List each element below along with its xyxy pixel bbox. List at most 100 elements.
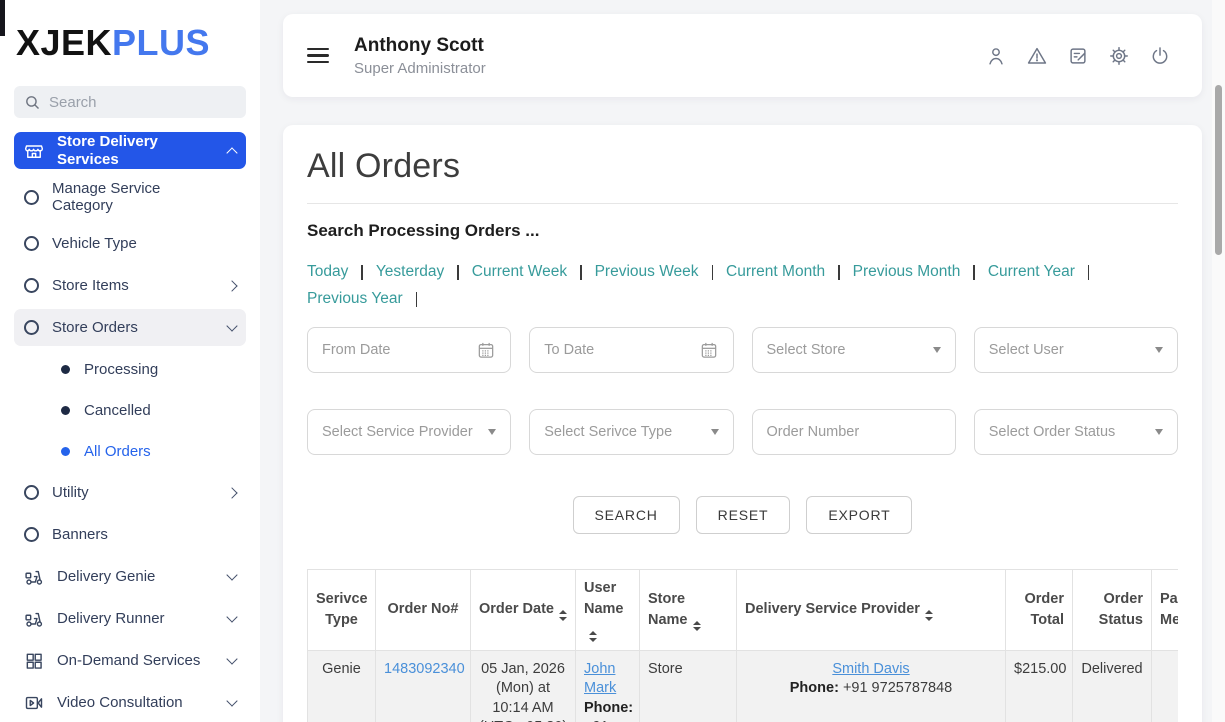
quick-link-previous-month[interactable]: Previous Month	[853, 263, 961, 281]
vertical-scrollbar-track[interactable]	[1212, 0, 1225, 722]
video-icon	[24, 693, 44, 713]
hamburger-menu-icon[interactable]	[307, 48, 329, 64]
separator	[712, 265, 714, 280]
circle-icon	[24, 485, 39, 500]
quick-link-current-year[interactable]: Current Year	[988, 263, 1075, 281]
reset-button[interactable]: RESET	[696, 496, 791, 534]
settings-gear-icon[interactable]	[1107, 44, 1131, 68]
sidebar-item-label: Banners	[52, 526, 236, 543]
scooter-icon	[24, 609, 44, 629]
sort-icon[interactable]	[925, 610, 933, 621]
sidebar-item-video-consultation[interactable]: Video Consultation	[14, 684, 246, 721]
sidebar-item-delivery-genie[interactable]: Delivery Genie	[14, 558, 246, 595]
sidebar-subitem-processing[interactable]: Processing	[14, 351, 246, 387]
col-order-date[interactable]: Order Date	[471, 570, 576, 651]
logout-power-icon[interactable]	[1148, 44, 1172, 68]
sidebar-item-banners[interactable]: Banners	[14, 516, 246, 553]
quick-date-links: Today Yesterday Current Week Previous We…	[307, 263, 1178, 308]
col-delivery-service-provider[interactable]: Delivery Service Provider	[737, 570, 1006, 651]
order-number-field[interactable]	[752, 409, 956, 455]
from-date-input[interactable]	[322, 342, 476, 358]
sidebar-item-vehicle-type[interactable]: Vehicle Type	[14, 225, 246, 262]
chevron-right-icon	[226, 487, 237, 498]
select-service-provider-dropdown[interactable]: Select Service Provider	[307, 409, 511, 455]
to-date-input[interactable]	[544, 342, 698, 358]
order-number-input[interactable]	[767, 424, 941, 440]
calendar-icon[interactable]	[476, 340, 496, 360]
user-name: Anthony Scott	[354, 35, 486, 57]
col-order-status[interactable]: Order Status	[1073, 570, 1152, 651]
from-date-field[interactable]	[307, 327, 511, 373]
chevron-down-icon	[226, 320, 237, 331]
user-name-link[interactable]: John Mark	[584, 661, 616, 697]
sidebar-subitem-all-orders[interactable]: All Orders	[14, 433, 246, 469]
main-area: Anthony Scott Super Administrator	[260, 0, 1225, 722]
sidebar-subitem-label: Cancelled	[84, 402, 151, 419]
cell-provider: Smith Davis Phone: +91 9725787848	[737, 650, 1006, 722]
phone-label: Phone:	[790, 680, 839, 696]
user-role: Super Administrator	[354, 60, 486, 77]
filter-row-2: Select Service Provider Select Serivce T…	[307, 409, 1178, 455]
quick-link-current-week[interactable]: Current Week	[472, 263, 567, 281]
quick-link-today[interactable]: Today	[307, 263, 348, 281]
sidebar-item-label: Delivery Runner	[57, 610, 215, 627]
export-button[interactable]: EXPORT	[806, 496, 912, 534]
select-service-provider-value: Select Service Provider	[322, 424, 488, 440]
cell-order-date: 05 Jan, 2026 (Mon) at 10:14 AM (UTC:+05:…	[471, 650, 576, 722]
vertical-scrollbar-thumb[interactable]	[1215, 85, 1222, 255]
sort-icon[interactable]	[693, 621, 701, 632]
alert-triangle-icon[interactable]	[1025, 44, 1049, 68]
col-order-total[interactable]: Order Total	[1006, 570, 1073, 651]
col-order-no[interactable]: Order No#	[376, 570, 471, 651]
col-service-type[interactable]: Serivce Type	[308, 570, 376, 651]
sidebar-item-store-orders[interactable]: Store Orders	[14, 309, 246, 346]
sidebar-search[interactable]	[14, 86, 246, 118]
quick-link-previous-week[interactable]: Previous Week	[595, 263, 699, 281]
quick-link-previous-year[interactable]: Previous Year	[307, 290, 403, 308]
dropdown-caret-icon	[1155, 429, 1163, 435]
search-button[interactable]: SEARCH	[573, 496, 680, 534]
select-order-status-value: Select Order Status	[989, 424, 1155, 440]
col-user-name[interactable]: User Name	[576, 570, 640, 651]
col-payment-method[interactable]: Payment Method	[1152, 570, 1179, 651]
col-store-name[interactable]: Store Name	[640, 570, 737, 651]
top-header-bar: Anthony Scott Super Administrator	[283, 14, 1202, 97]
sidebar-item-on-demand-services[interactable]: On-Demand Services	[14, 642, 246, 679]
select-order-status-dropdown[interactable]: Select Order Status	[974, 409, 1178, 455]
cell-order-no: 1483092340	[376, 650, 471, 722]
calendar-icon[interactable]	[699, 340, 719, 360]
provider-phone: +91 9725787848	[843, 680, 952, 696]
sort-icon[interactable]	[559, 610, 567, 621]
sidebar-item-store-items[interactable]: Store Items	[14, 267, 246, 304]
select-service-type-dropdown[interactable]: Select Serivce Type	[529, 409, 733, 455]
to-date-field[interactable]	[529, 327, 733, 373]
table-header-row: Serivce Type Order No# Order Date User N…	[308, 570, 1179, 651]
sidebar-item-label: Store Orders	[52, 319, 215, 336]
circle-icon	[24, 278, 39, 293]
cell-service-type: Genie	[308, 650, 376, 722]
action-buttons: SEARCH RESET EXPORT	[307, 496, 1178, 534]
sidebar-item-utility[interactable]: Utility	[14, 474, 246, 511]
user-icon[interactable]	[984, 44, 1008, 68]
sidebar-subitem-cancelled[interactable]: Cancelled	[14, 392, 246, 428]
quick-link-yesterday[interactable]: Yesterday	[376, 263, 444, 281]
separator	[838, 265, 840, 280]
sidebar-item-store-delivery-services[interactable]: Store Delivery Services	[14, 132, 246, 169]
dropdown-caret-icon	[488, 429, 496, 435]
select-store-dropdown[interactable]: Select Store	[752, 327, 956, 373]
sidebar-item-manage-service-category[interactable]: Manage Service Category	[14, 174, 246, 220]
select-user-dropdown[interactable]: Select User	[974, 327, 1178, 373]
report-edit-icon[interactable]	[1066, 44, 1090, 68]
sort-icon[interactable]	[589, 631, 597, 642]
sidebar-item-delivery-runner[interactable]: Delivery Runner	[14, 600, 246, 637]
content-card: All Orders Search Processing Orders ... …	[283, 125, 1202, 722]
bullet-dot-icon	[61, 365, 70, 374]
search-input[interactable]	[49, 94, 236, 111]
provider-name-link[interactable]: Smith Davis	[832, 661, 909, 677]
sidebar-subitem-label: All Orders	[84, 443, 151, 460]
order-number-link[interactable]: 1483092340	[384, 661, 465, 677]
chevron-down-icon	[226, 611, 237, 622]
quick-link-current-month[interactable]: Current Month	[726, 263, 825, 281]
orders-table-wrapper: Serivce Type Order No# Order Date User N…	[307, 569, 1178, 722]
edge-strip	[0, 0, 5, 36]
